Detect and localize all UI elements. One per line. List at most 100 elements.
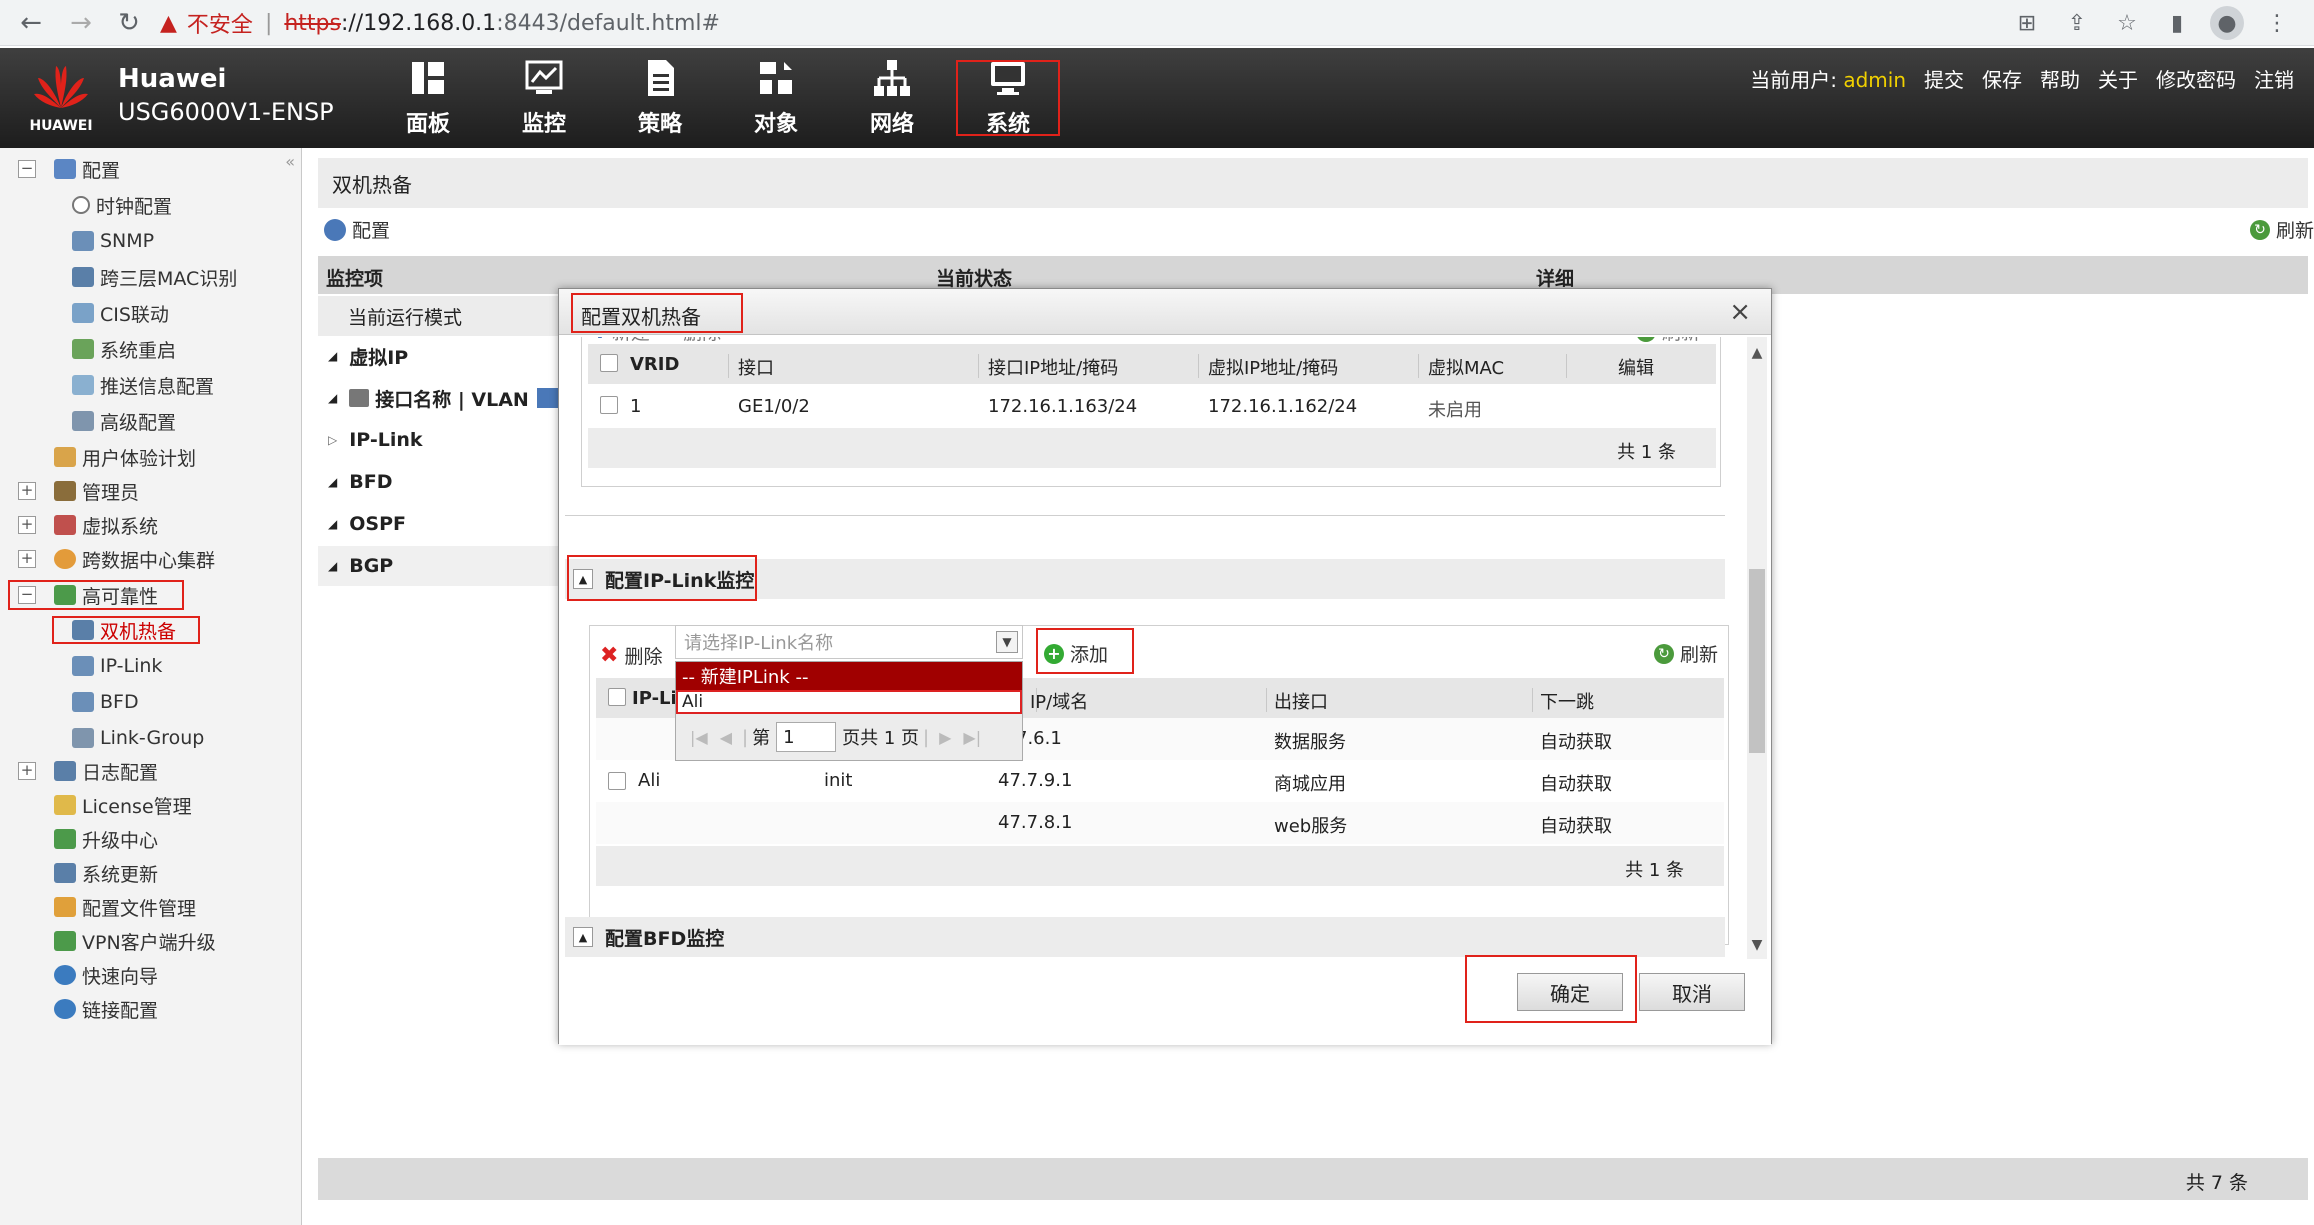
scroll-thumb[interactable] xyxy=(1749,569,1765,753)
sidebar-item-log[interactable]: 日志配置 xyxy=(54,756,158,786)
sidebar-item-cross-dc[interactable]: 跨数据中心集群 xyxy=(54,544,215,574)
expand-arrow-icon: ◢ xyxy=(328,475,338,489)
submit-link[interactable]: 提交 xyxy=(1924,64,1964,93)
folder-icon xyxy=(54,897,76,917)
sidebar-item-push[interactable]: 推送信息配置 xyxy=(72,370,214,400)
dashboard-icon xyxy=(412,62,444,94)
sidebar-item-cis[interactable]: CIS联动 xyxy=(72,298,169,328)
table-row[interactable]: 1 GE1/0/2 172.16.1.163/24 172.16.1.162/2… xyxy=(588,386,1716,428)
warning-icon: ▲ xyxy=(160,10,177,36)
expand-toggle-icon[interactable]: + xyxy=(18,482,36,500)
sidebar-item-admin[interactable]: 管理员 xyxy=(54,476,139,506)
config-link[interactable]: 配置 xyxy=(324,216,390,243)
iplink-section-header[interactable]: ▲ 配置IP-Link监控 xyxy=(565,555,1725,601)
menu-icon[interactable]: ⋮ xyxy=(2260,6,2294,40)
sidebar-item-license[interactable]: License管理 xyxy=(54,790,192,820)
user-area: 当前用户: admin 提交 保存 帮助 关于 修改密码 注销 xyxy=(1750,64,2294,93)
sidebar-item-vpn-upgrade[interactable]: VPN客户端升级 xyxy=(54,926,216,956)
forward-icon[interactable]: → xyxy=(64,6,98,40)
row-checkbox[interactable] xyxy=(608,772,626,790)
sidebar-item-mac[interactable]: 跨三层MAC识别 xyxy=(72,262,237,292)
sidebar-item-bfd[interactable]: BFD xyxy=(72,687,139,717)
nav-system[interactable]: 系统 xyxy=(950,54,1066,142)
cancel-button[interactable]: 取消 xyxy=(1639,973,1745,1011)
nav-dashboard[interactable]: 面板 xyxy=(370,48,486,148)
first-page-icon[interactable]: |◀ xyxy=(690,728,708,747)
collapse-section-icon[interactable]: ▲ xyxy=(573,927,593,947)
main-nav: 面板 监控 策略 对象 网络 系统 xyxy=(370,48,1066,148)
sidebar-item-wizard[interactable]: 快速向导 xyxy=(54,960,158,990)
url-protocol: https xyxy=(284,10,341,36)
hot-standby-dialog: 配置双机热备 × ✚ 新建 ✖ 删除 ↻ 刷新 VRID 接口 xyxy=(558,288,1772,1045)
add-iplink-button[interactable]: + 添加 xyxy=(1044,640,1108,667)
user-experience-icon xyxy=(54,447,76,467)
collapse-toggle-icon[interactable]: − xyxy=(18,160,36,178)
sidebar-item-link-group[interactable]: Link-Group xyxy=(72,723,204,753)
iplink-name-select[interactable]: 请选择IP-Link名称 ▼ xyxy=(675,625,1023,659)
refresh-iplink-button[interactable]: ↻ 刷新 xyxy=(1653,640,1718,667)
next-page-icon[interactable]: ▶ xyxy=(939,728,951,747)
about-link[interactable]: 关于 xyxy=(2098,64,2138,93)
collapse-sidebar-icon[interactable]: « xyxy=(285,152,295,171)
save-link[interactable]: 保存 xyxy=(1982,64,2022,93)
dialog-scrollbar[interactable]: ▲ ▼ xyxy=(1747,337,1767,959)
change-password-link[interactable]: 修改密码 xyxy=(2156,64,2236,93)
cis-icon xyxy=(72,303,94,323)
sidebar-item-advanced[interactable]: 高级配置 xyxy=(72,406,176,436)
row-checkbox[interactable] xyxy=(600,396,618,414)
back-icon[interactable]: ← xyxy=(14,6,48,40)
star-icon[interactable]: ☆ xyxy=(2110,6,2144,40)
scroll-down-icon[interactable]: ▼ xyxy=(1747,937,1767,953)
reload-icon[interactable]: ↻ xyxy=(112,6,146,40)
network-icon xyxy=(874,60,910,96)
address-bar[interactable]: ▲ 不安全 | https ://192.168.0.1 :8443/defau… xyxy=(160,4,2040,42)
sidebar-item-virtual-system[interactable]: 虚拟系统 xyxy=(54,510,158,540)
sidebar-item-snmp[interactable]: SNMP xyxy=(72,226,154,256)
sidebar-item-upgrade[interactable]: 升级中心 xyxy=(54,824,158,854)
sidebar-item-system-update[interactable]: 系统更新 xyxy=(54,858,158,888)
last-page-icon[interactable]: ▶| xyxy=(963,728,981,747)
sidebar-item-hot-standby[interactable]: 双机热备 xyxy=(72,615,176,645)
profile-icon[interactable]: ● xyxy=(2210,6,2244,40)
sidebar-item-reboot[interactable]: 系统重启 xyxy=(72,334,176,364)
nav-network[interactable]: 网络 xyxy=(834,48,950,148)
expand-toggle-icon[interactable]: + xyxy=(18,762,36,780)
sidebar-item-ha[interactable]: 高可靠性 xyxy=(54,580,158,610)
dropdown-option-new-iplink[interactable]: -- 新建IPLink -- xyxy=(676,662,1022,690)
expand-toggle-icon[interactable]: + xyxy=(18,550,36,568)
logout-link[interactable]: 注销 xyxy=(2254,64,2294,93)
chevron-down-icon[interactable]: ▼ xyxy=(996,631,1018,653)
share-icon[interactable]: ⇪ xyxy=(2060,6,2094,40)
dropdown-option-ali[interactable]: Ali xyxy=(676,690,1022,714)
table-row[interactable]: 47.7.8.1 web服务 自动获取 xyxy=(596,802,1724,844)
prev-page-icon[interactable]: ◀ xyxy=(720,728,732,747)
refresh-button[interactable]: ↻ 刷新 xyxy=(2249,216,2314,243)
select-all-checkbox[interactable] xyxy=(608,688,626,706)
sidebar-item-link-config[interactable]: 链接配置 xyxy=(54,994,158,1024)
translate-icon[interactable]: ⊞ xyxy=(2010,6,2044,40)
nav-object[interactable]: 对象 xyxy=(718,48,834,148)
nav-monitor[interactable]: 监控 xyxy=(486,48,602,148)
select-all-checkbox[interactable] xyxy=(600,354,618,372)
sidebar-item-iplink[interactable]: IP-Link xyxy=(72,651,162,681)
collapse-toggle-icon[interactable]: − xyxy=(18,586,36,604)
scroll-up-icon[interactable]: ▲ xyxy=(1747,345,1767,361)
bfd-section-header[interactable]: ▲ 配置BFD监控 xyxy=(565,917,1725,957)
nav-policy[interactable]: 策略 xyxy=(602,48,718,148)
sidebar-item-clock[interactable]: 时钟配置 xyxy=(72,190,172,220)
page-number-input[interactable]: 1 xyxy=(776,722,837,752)
table-row[interactable]: Ali init 47.7.9.1 商城应用 自动获取 xyxy=(596,760,1724,802)
upgrade-icon xyxy=(54,829,76,849)
sidebar-item-user-experience[interactable]: 用户体验计划 xyxy=(54,442,196,472)
collapsed-arrow-icon: ▷ xyxy=(328,433,338,447)
interface-icon xyxy=(349,389,370,407)
sidebar-item-config-file[interactable]: 配置文件管理 xyxy=(54,892,196,922)
insecure-label: 不安全 xyxy=(186,13,253,38)
sidebar-item-config[interactable]: 配置 xyxy=(54,154,120,184)
help-link[interactable]: 帮助 xyxy=(2040,64,2080,93)
expand-toggle-icon[interactable]: + xyxy=(18,516,36,534)
delete-iplink-button[interactable]: ✖ 删除 xyxy=(600,642,662,669)
side-panel-icon[interactable]: ▮ xyxy=(2160,6,2194,40)
close-icon[interactable]: × xyxy=(1729,297,1751,327)
ok-button[interactable]: 确定 xyxy=(1517,973,1623,1011)
